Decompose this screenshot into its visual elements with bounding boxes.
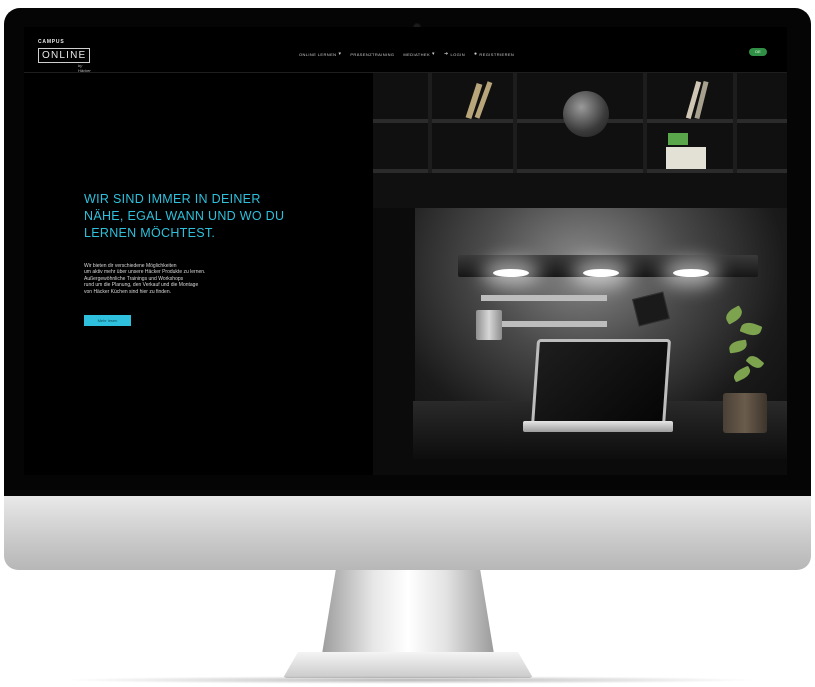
- white-box: [666, 147, 706, 169]
- hero-title: WIR SIND IMMER IN DEINER NÄHE, EGAL WANN…: [84, 192, 285, 240]
- nav-item-online-lernen[interactable]: ONLINE LERNEN ▾: [299, 51, 341, 57]
- logo-by-text: by Häcker: [78, 63, 91, 73]
- nav-item-label: LOGIN: [450, 51, 465, 57]
- pen-cup: [476, 310, 502, 340]
- wall-rail: [481, 295, 607, 301]
- hero-body-line: von Häcker Küchen sind hier zu finden.: [84, 288, 171, 295]
- nav-item-label: REGISTRIEREN: [479, 51, 515, 57]
- nav-item-label: PRÄSENZTRAINING: [350, 51, 395, 57]
- language-toggle[interactable]: DE: [749, 48, 767, 56]
- monitor-chin: [4, 496, 811, 570]
- monitor-stand-base: [283, 652, 533, 678]
- laptop-keyboard: [523, 421, 673, 432]
- shelf-divider: [428, 73, 432, 173]
- user-icon: ●: [473, 51, 478, 57]
- globe-lamp: [563, 91, 609, 137]
- login-arrow-icon: ➜: [443, 51, 449, 57]
- nav-item-praesenztraining[interactable]: PRÄSENZTRAINING: [350, 52, 394, 57]
- nav-item-login[interactable]: ➜ LOGIN: [444, 51, 465, 57]
- stand-shadow: [60, 676, 760, 684]
- hero-image: [373, 73, 787, 475]
- nav-item-label: ONLINE LERNEN: [299, 51, 337, 57]
- website-screen: CAMPUS ONLINE by Häcker ONLINE LERNEN ▾ …: [24, 27, 787, 475]
- shelf-board: [373, 169, 787, 173]
- logo[interactable]: CAMPUS ONLINE by Häcker: [38, 39, 91, 73]
- nav-item-label: MEDIATHEK: [403, 51, 431, 57]
- chevron-down-icon: ▾: [338, 51, 342, 57]
- logo-online-text: ONLINE: [38, 48, 91, 63]
- laptop: [530, 339, 672, 427]
- monitor-stand: [322, 570, 494, 654]
- shelf-divider: [643, 73, 647, 173]
- chevron-down-icon: ▾: [432, 51, 435, 57]
- green-box: [668, 133, 688, 145]
- navbar: CAMPUS ONLINE by Häcker ONLINE LERNEN ▾ …: [24, 27, 787, 73]
- nav-item-registrieren[interactable]: ● REGISTRIEREN: [474, 51, 514, 57]
- hero-body: Wir bieten dir verschiedene Möglichkeite…: [84, 263, 284, 295]
- plant-pot: [723, 393, 767, 433]
- light-spot: [583, 269, 619, 277]
- light-spot: [493, 269, 529, 277]
- shelf-divider: [733, 73, 737, 173]
- light-spot: [673, 269, 709, 277]
- nav-item-mediathek[interactable]: MEDIATHEK ▾: [403, 51, 435, 57]
- read-more-button[interactable]: Mehr lesen: [84, 315, 131, 326]
- shelf-divider: [513, 73, 517, 173]
- main-nav: ONLINE LERNEN ▾ PRÄSENZTRAINING MEDIATHE…: [299, 51, 514, 57]
- logo-campus-text: CAMPUS: [38, 39, 65, 45]
